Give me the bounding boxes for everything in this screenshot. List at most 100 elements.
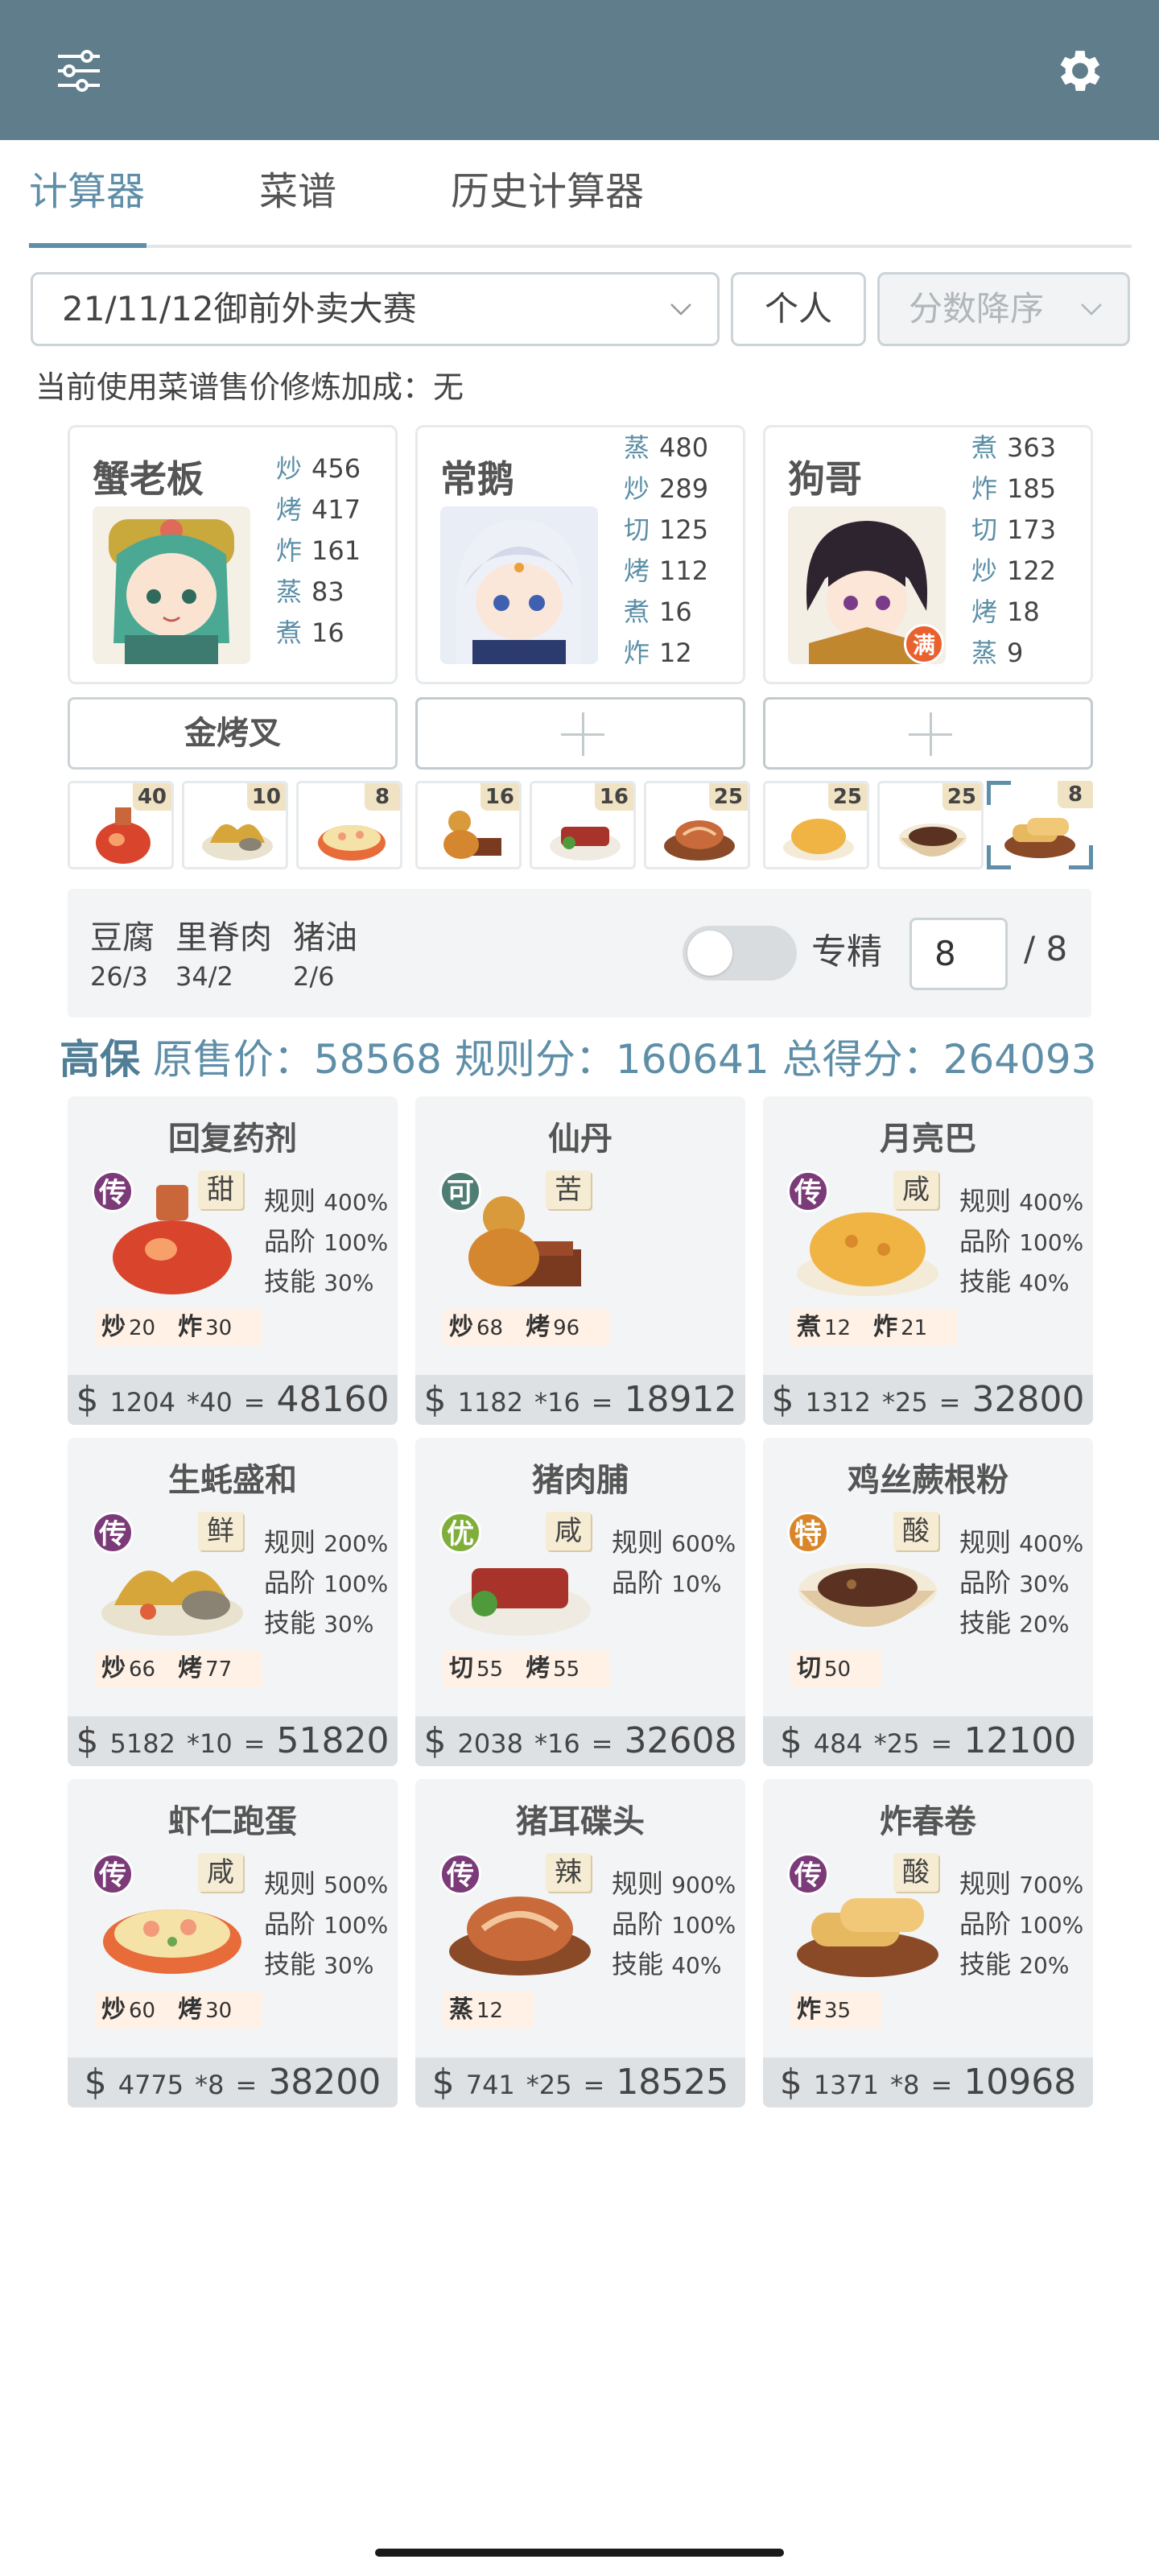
skill-value: 161: [311, 535, 361, 566]
chef-card[interactable]: 狗哥 煮 363 炸 185 切 173 炒 122 烤 18 蒸9 满: [763, 425, 1093, 684]
taste-badge: 鲜: [198, 1512, 243, 1550]
recipe-thumb[interactable]: 25: [877, 781, 984, 869]
skill-value: 21: [901, 1316, 928, 1340]
recipe-stat: 规则 400%: [959, 1523, 1083, 1563]
sort-select[interactable]: 分数降序: [877, 272, 1130, 346]
currency-symbol: $: [423, 1720, 447, 1761]
taste-badge: 咸: [198, 1853, 243, 1892]
recipe-price-row: $ 484 *25 = 12100: [763, 1716, 1093, 1766]
skill-value: 289: [659, 473, 709, 504]
equals-sign: =: [930, 2070, 953, 2100]
recipe-thumb[interactable]: 10: [182, 781, 288, 869]
recipe-card[interactable]: 炸春卷 传 酸 规则 700% 品阶 100% 技能 20% 炸 35 $ 1371 …: [763, 1779, 1093, 2107]
tab-recipes[interactable]: 菜谱: [259, 161, 336, 248]
specialty-toggle[interactable]: [683, 926, 797, 980]
recipe-card[interactable]: 回复药剂 传 甜 规则 400% 品阶 100% 技能 30% 炒 20 炸 30 $ 1…: [68, 1096, 398, 1425]
stat-value: 20%: [1019, 1611, 1070, 1637]
recipe-total: 32800: [971, 1379, 1085, 1420]
chef-card[interactable]: 常鹅 蒸 480 炒 289 切 125 烤 112 煮 16 炸 12: [415, 425, 745, 684]
stat-label: 技能: [959, 1266, 1012, 1297]
contest-select[interactable]: 21/11/12御前外卖大赛: [31, 272, 720, 346]
unit-price: 2038: [457, 1728, 523, 1759]
unit-price: 1312: [805, 1387, 871, 1418]
unit-price: 4775: [118, 2070, 184, 2100]
tab-calculator[interactable]: 计算器: [29, 161, 145, 248]
tool-slot[interactable]: 金烤叉: [68, 697, 398, 770]
stat-label: 技能: [264, 1949, 316, 1979]
recipe-thumb[interactable]: 40: [68, 781, 174, 869]
skill-name: 炸: [276, 535, 303, 566]
unit-price: 1204: [109, 1387, 175, 1418]
recipe-count: 25: [708, 783, 748, 811]
skill-value: 18: [1007, 597, 1040, 627]
recipe-stats: 规则 900% 品阶 100% 技能 40%: [612, 1864, 736, 1985]
add-tool-button[interactable]: [763, 697, 1093, 770]
skill-value: 77: [205, 1657, 233, 1682]
skill-name: 炸: [624, 638, 650, 668]
grade-label: 高保: [60, 1036, 140, 1083]
recipe-card[interactable]: 生蚝盛和 传 鲜 规则 200% 品阶 100% 技能 30% 炒 66 烤 77 $ 5…: [68, 1438, 398, 1766]
recipe-thumb[interactable]: 16: [530, 781, 636, 869]
plus-icon-stroke: [930, 712, 932, 756]
stat-value: 400%: [1019, 1189, 1084, 1216]
mode-button[interactable]: 个人: [731, 272, 866, 346]
stat-value: 100%: [1019, 1229, 1084, 1256]
add-tool-button[interactable]: [415, 697, 745, 770]
unit-price: 484: [813, 1728, 863, 1759]
recipe-thumb[interactable]: 25: [644, 781, 750, 869]
currency-symbol: $: [76, 1379, 99, 1420]
recipe-card[interactable]: 猪肉脯 优 咸 规则 600% 品阶 10% 切 55 烤 55 $ 2038 *16 …: [415, 1438, 745, 1766]
recipe-card[interactable]: 猪耳碟头 传 辣 规则 900% 品阶 100% 技能 40% 蒸 12 $ 741 …: [415, 1779, 745, 2107]
specialty-input[interactable]: 8: [909, 918, 1008, 990]
recipe-stat: 规则 700%: [959, 1864, 1083, 1905]
currency-symbol: $: [779, 1720, 802, 1761]
price-label: 原售价：: [152, 1036, 314, 1083]
skill-name: 烤: [276, 494, 303, 525]
ingredient-qty: 2/6: [293, 961, 335, 992]
recipe-card[interactable]: 鸡丝蕨根粉 特 酸 规则 400% 品阶 30% 技能 20% 切 50 $ 484 …: [763, 1438, 1093, 1766]
recipe-card[interactable]: 月亮巴 传 咸 规则 400% 品阶 100% 技能 40% 煮 12 炸 21 $ 13…: [763, 1096, 1093, 1425]
recipe-count: 25: [827, 783, 867, 811]
chef-avatar: [440, 506, 598, 664]
equals-sign: =: [591, 1728, 613, 1759]
stat-label: 品阶: [264, 1567, 316, 1598]
recipe-stat: 技能 20%: [959, 1945, 1083, 1985]
specialty-max: / 8: [1024, 929, 1068, 968]
equals-sign: =: [930, 1728, 953, 1759]
recipe-stats: 规则 700% 品阶 100% 技能 20%: [959, 1864, 1083, 1985]
recipe-thumb[interactable]: 8: [296, 781, 402, 869]
skill-name: 炸: [971, 473, 998, 504]
recipe-card[interactable]: 仙丹 可 苦 炒 68 烤 96 $ 1182 *16 = 18912: [415, 1096, 745, 1425]
recipe-skill-reqs: 炒 68 烤 96: [443, 1309, 611, 1346]
stat-label: 规则: [264, 1186, 316, 1216]
home-indicator[interactable]: [375, 2549, 784, 2557]
recipe-thumb[interactable]: 25: [763, 781, 869, 869]
skill-name: 蒸: [276, 576, 303, 607]
skill-value: 96: [553, 1316, 580, 1340]
recipe-skill-reqs: 炒 66 烤 77: [95, 1650, 263, 1687]
recipe-thumb-selected[interactable]: 8: [987, 781, 1093, 869]
chef-card[interactable]: 蟹老板 炒 456 烤 417 炸 161 蒸 83 煮 16: [68, 425, 398, 684]
recipe-skill-reqs: 炒 20 炸 30: [95, 1309, 263, 1346]
stat-label: 技能: [264, 1266, 316, 1297]
stat-label: 规则: [959, 1186, 1012, 1216]
sliders-icon[interactable]: [40, 32, 118, 109]
recipe-price-row: $ 4775 *8 = 38200: [68, 2058, 398, 2107]
rarity-badge: 传: [92, 1170, 134, 1212]
gear-icon[interactable]: [1041, 32, 1119, 109]
tab-history-calculator[interactable]: 历史计算器: [451, 161, 644, 248]
recipe-stat: 技能 40%: [959, 1262, 1083, 1302]
ingredient-name: 豆腐: [90, 919, 155, 956]
recipe-thumb[interactable]: 16: [415, 781, 522, 869]
skill-name: 炒: [624, 473, 650, 504]
recipe-card[interactable]: 虾仁跑蛋 传 咸 规则 500% 品阶 100% 技能 30% 炒 60 烤 30 $ 4…: [68, 1779, 398, 2107]
stat-label: 规则: [959, 1527, 1012, 1558]
recipe-stats: 规则 600% 品阶 10%: [612, 1523, 736, 1604]
recipe-total: 51820: [276, 1720, 390, 1761]
recipe-price-row: $ 1312 *25 = 32800: [763, 1375, 1093, 1425]
stat-label: 规则: [612, 1868, 664, 1899]
skill-name: 炒: [101, 1313, 126, 1341]
stat-label: 品阶: [959, 1226, 1012, 1257]
skill-value: 35: [824, 1999, 852, 2023]
taste-badge: 辣: [546, 1853, 591, 1892]
